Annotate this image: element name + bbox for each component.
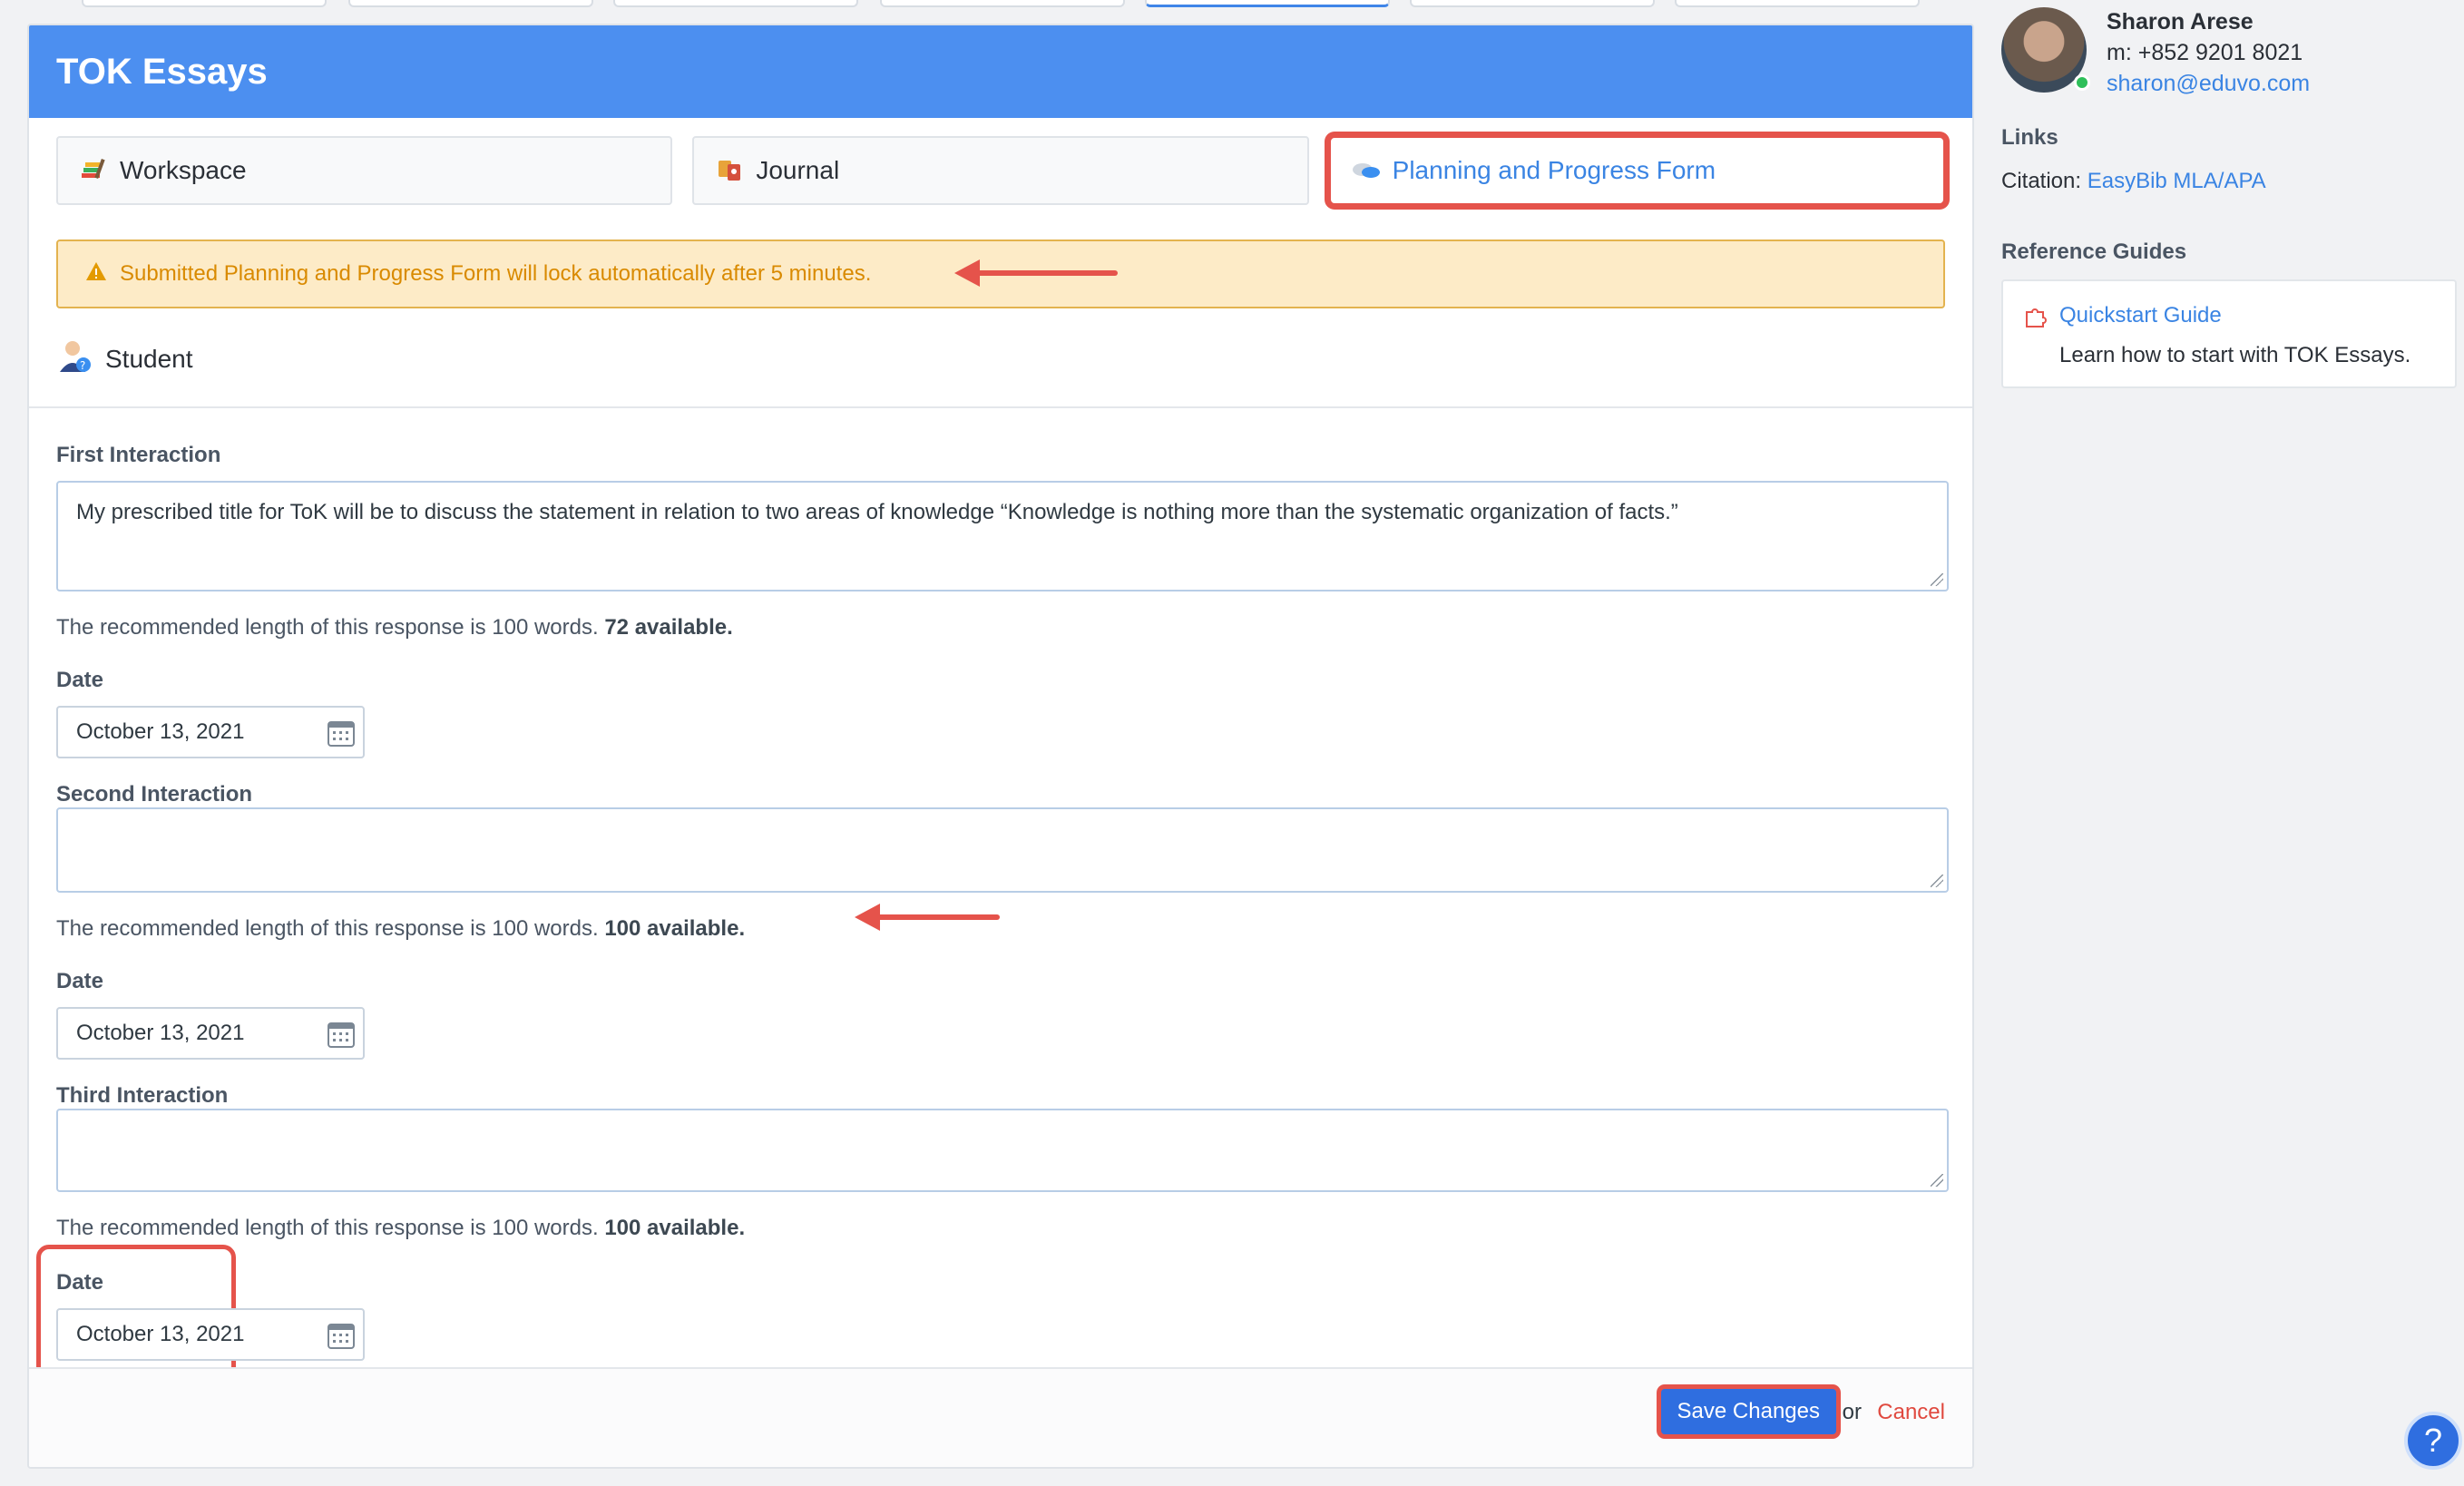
strip-tab-active[interactable] (1145, 0, 1390, 7)
third-date-input[interactable]: October 13, 2021 (56, 1308, 365, 1361)
links-heading: Links (2001, 125, 2058, 150)
quickstart-guide-link[interactable]: Quickstart Guide (2059, 303, 2222, 328)
calendar-icon[interactable] (327, 719, 356, 754)
tab-journal-label: Journal (756, 156, 840, 184)
third-date-label: Date (56, 1270, 104, 1295)
profile-phone: m: +852 9201 8021 (2107, 40, 2303, 65)
annotation-arrow (855, 904, 1000, 931)
help-button[interactable]: ? (2404, 1412, 2462, 1470)
annotation-arrow (954, 259, 1118, 287)
alert-text: Submitted Planning and Progress Form wil… (120, 261, 872, 286)
second-date-input[interactable]: October 13, 2021 (56, 1007, 365, 1060)
guide-card: Quickstart Guide Learn how to start with… (2001, 279, 2457, 388)
citation-label: Citation: (2001, 169, 2082, 193)
second-date-value: October 13, 2021 (76, 1021, 245, 1045)
student-icon: ? (56, 337, 93, 380)
page-header: TOK Essays (29, 25, 1972, 118)
warning-icon (85, 261, 107, 288)
strip-tab[interactable] (1410, 0, 1655, 7)
first-date-value: October 13, 2021 (76, 719, 245, 744)
hint-text: The recommended length of this response … (56, 615, 599, 640)
strip-tab[interactable] (1675, 0, 1920, 7)
save-changes-button[interactable]: Save Changes (1660, 1389, 1836, 1434)
hint-text: The recommended length of this response … (56, 1216, 599, 1240)
profile-name: Sharon Arese (2107, 9, 2254, 34)
third-interaction-hint: The recommended length of this response … (56, 1216, 745, 1241)
tab-journal[interactable]: Journal (692, 136, 1309, 205)
third-interaction-textarea[interactable] (56, 1109, 1949, 1192)
second-interaction-label: Second Interaction (56, 782, 253, 807)
resize-grip-icon[interactable] (1931, 875, 1943, 887)
second-interaction-textarea[interactable] (56, 807, 1949, 893)
right-sidebar: Sharon Arese m: +852 9201 8021 sharon@ed… (2001, 0, 2464, 1486)
second-interaction-hint: The recommended length of this response … (56, 916, 745, 942)
svg-text:?: ? (80, 359, 85, 372)
tab-workspace-label: Workspace (120, 156, 247, 184)
strip-tab[interactable] (613, 0, 858, 7)
words-available: 72 available. (604, 615, 733, 640)
or-text: or (1842, 1400, 1862, 1424)
tab-planning-progress-form[interactable]: Planning and Progress Form (1328, 136, 1945, 205)
main-card: TOK Essays Workspace Journal Planning an… (27, 24, 1974, 1469)
cancel-link[interactable]: Cancel (1877, 1400, 1945, 1425)
citation-row: Citation: EasyBib MLA/APA (2001, 169, 2266, 194)
reference-guides-heading: Reference Guides (2001, 240, 2187, 264)
third-interaction-label: Third Interaction (56, 1083, 229, 1108)
words-available: 100 available. (604, 916, 746, 941)
tab-workspace[interactable]: Workspace (56, 136, 673, 205)
tab-planning-label: Planning and Progress Form (1392, 156, 1716, 184)
words-available: 100 available. (604, 1216, 746, 1240)
workspace-icon (78, 155, 109, 186)
divider (29, 406, 1972, 408)
calendar-icon[interactable] (327, 1020, 356, 1055)
strip-tab[interactable] (348, 0, 593, 7)
top-tab-strip (0, 0, 1978, 11)
first-date-input[interactable]: October 13, 2021 (56, 706, 365, 758)
question-icon: ? (2423, 1422, 2443, 1459)
section-title: Student (105, 344, 193, 373)
first-interaction-textarea[interactable]: My prescribed title for ToK will be to d… (56, 481, 1949, 591)
resize-grip-icon[interactable] (1931, 1174, 1943, 1187)
online-status-icon (2074, 74, 2090, 91)
student-section-header: ? Student (56, 337, 193, 380)
easybib-link[interactable]: EasyBib MLA/APA (2088, 169, 2266, 193)
resize-grip-icon[interactable] (1931, 573, 1943, 586)
form-footer: Save Changes or Cancel (29, 1367, 1972, 1467)
chat-bubbles-icon (1351, 155, 1382, 186)
first-date-label: Date (56, 668, 104, 692)
second-date-label: Date (56, 969, 104, 993)
journal-icon (714, 155, 745, 186)
strip-tab[interactable] (82, 0, 327, 7)
guide-description: Learn how to start with TOK Essays. (2059, 343, 2411, 367)
strip-tab[interactable] (880, 0, 1125, 7)
third-date-value: October 13, 2021 (76, 1322, 245, 1346)
tab-bar: Workspace Journal Planning and Progress … (56, 136, 1945, 205)
calendar-icon[interactable] (327, 1321, 356, 1356)
hint-text: The recommended length of this response … (56, 916, 599, 941)
first-interaction-text: My prescribed title for ToK will be to d… (76, 500, 1678, 524)
first-interaction-hint: The recommended length of this response … (56, 615, 733, 640)
page-title: TOK Essays (56, 51, 268, 92)
profile-email-link[interactable]: sharon@eduvo.com (2107, 71, 2310, 97)
first-interaction-label: First Interaction (56, 443, 221, 467)
puzzle-icon (2023, 303, 2048, 333)
